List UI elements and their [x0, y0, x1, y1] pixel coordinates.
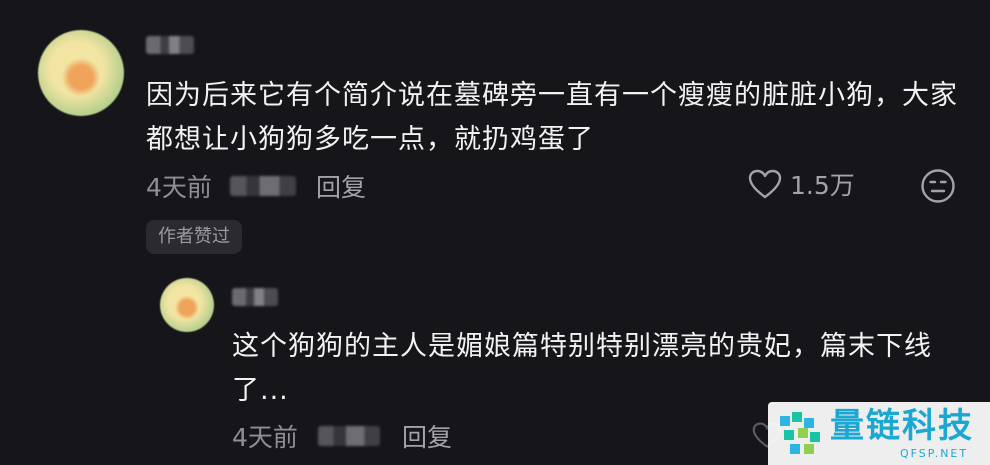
like-button[interactable]: 1.5万: [748, 166, 855, 202]
reply-location-blurred: [318, 426, 380, 446]
dislike-face-icon[interactable]: [920, 168, 956, 204]
reply-text: 这个狗狗的主人是媚娘篇特别特别漂亮的贵妃，篇末下线了...: [232, 331, 932, 406]
watermark: 量链科技 QFSP.NET: [768, 402, 990, 465]
reply-button[interactable]: 回复: [316, 168, 366, 204]
watermark-brand: 量链科技: [830, 406, 974, 446]
reply-timestamp: 4天前: [232, 423, 298, 452]
location-blurred: [230, 176, 296, 196]
heart-icon: [748, 169, 782, 199]
avatar[interactable]: [38, 30, 124, 116]
comment-text: 因为后来它有个简介说在墓碑旁一直有一个瘦瘦的脏脏小狗，大家都想让小狗狗多吃一点，…: [146, 80, 958, 155]
author-liked-badge: 作者赞过: [146, 220, 242, 254]
comment-thread: 因为后来它有个简介说在墓碑旁一直有一个瘦瘦的脏脏小狗，大家都想让小狗狗多吃一点，…: [0, 0, 990, 465]
reply-reply-button[interactable]: 回复: [402, 418, 452, 454]
like-count: 1.5万: [790, 171, 855, 200]
reply-username-blurred[interactable]: [232, 288, 278, 306]
watermark-domain: QFSP.NET: [900, 447, 969, 460]
watermark-logo-icon: [780, 412, 820, 454]
username-blurred[interactable]: [146, 36, 194, 54]
reply-avatar[interactable]: [160, 278, 214, 332]
comment-timestamp: 4天前: [146, 173, 212, 202]
